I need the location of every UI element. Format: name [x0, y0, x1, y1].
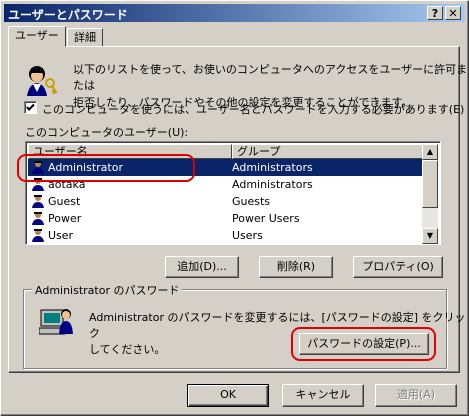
add-user-button[interactable]: 追加(D)... [165, 256, 239, 278]
users-key-icon [27, 66, 58, 96]
users-and-passwords-dialog: ユーザーとパスワード ? ✕ ユーザー 詳細 以下のリストを使って、お使いのコン… [0, 0, 469, 416]
arrow-down-icon: ▼ [426, 231, 434, 240]
computer-user-icon [39, 309, 73, 335]
user-icon [32, 212, 44, 225]
user-name: aotaka [48, 178, 86, 191]
scroll-up-button[interactable]: ▲ [422, 144, 438, 160]
user-icon [32, 229, 44, 242]
vertical-scrollbar[interactable]: ▲ ▼ [422, 144, 438, 244]
password-group-title: Administrator のパスワード [32, 282, 183, 298]
user-icon [32, 178, 44, 191]
help-button[interactable]: ? [427, 6, 443, 20]
column-header-username[interactable]: ユーザー名 [28, 144, 232, 159]
user-group: Administrators [232, 161, 313, 174]
remove-user-button[interactable]: 削除(R) [259, 256, 333, 278]
user-row-power[interactable]: Power Power Users [28, 210, 426, 227]
user-group: Guests [232, 195, 271, 208]
user-name: Power [48, 212, 82, 225]
scroll-down-button[interactable]: ▼ [422, 228, 438, 244]
user-group: Users [232, 229, 263, 242]
cancel-button[interactable]: キャンセル [282, 384, 364, 407]
user-icon [32, 161, 44, 174]
user-group: Power Users [232, 212, 300, 225]
title-bar[interactable]: ユーザーとパスワード ? ✕ [4, 4, 465, 22]
column-header-group[interactable]: グループ [232, 144, 426, 159]
user-row-guest[interactable]: Guest Guests [28, 193, 426, 210]
user-row-user[interactable]: User Users [28, 227, 426, 244]
user-icon [32, 195, 44, 208]
require-login-label[interactable]: このコンピュータを使うには、ユーザー名とパスワードを入力する必要があります(E) [42, 101, 464, 117]
users-listview[interactable]: ユーザー名 グループ Administrator Administrators … [25, 141, 441, 245]
user-name: User [48, 229, 74, 242]
tab-advanced[interactable]: 詳細 [67, 28, 103, 47]
user-row-aotaka[interactable]: aotaka Administrators [28, 176, 426, 193]
checkmark-icon [26, 103, 35, 111]
scroll-thumb[interactable] [422, 160, 438, 208]
arrow-up-icon: ▲ [426, 147, 434, 156]
users-list-label: このコンピュータのユーザー(U): [25, 126, 189, 139]
properties-button[interactable]: プロパティ(O) [353, 256, 443, 278]
ok-button[interactable]: OK [187, 384, 269, 407]
user-group: Administrators [232, 178, 313, 191]
tab-users[interactable]: ユーザー [8, 26, 66, 47]
close-button[interactable]: ✕ [445, 6, 461, 20]
tab-advanced-label: 詳細 [74, 31, 96, 44]
intro-line-1: 以下のリストを使って、お使いのコンピュータへのアクセスをユーザーに許可または [73, 63, 468, 92]
tab-users-label: ユーザー [15, 29, 59, 42]
user-name: Administrator [48, 161, 123, 174]
set-password-button[interactable]: パスワードの設定(P)... [299, 333, 429, 355]
user-row-administrator[interactable]: Administrator Administrators [28, 159, 426, 176]
close-icon: ✕ [448, 7, 458, 20]
require-login-checkbox[interactable] [24, 101, 37, 114]
apply-button[interactable]: 適用(A) [375, 384, 457, 407]
user-name: Guest [48, 195, 81, 208]
window-title: ユーザーとパスワード [8, 8, 128, 22]
